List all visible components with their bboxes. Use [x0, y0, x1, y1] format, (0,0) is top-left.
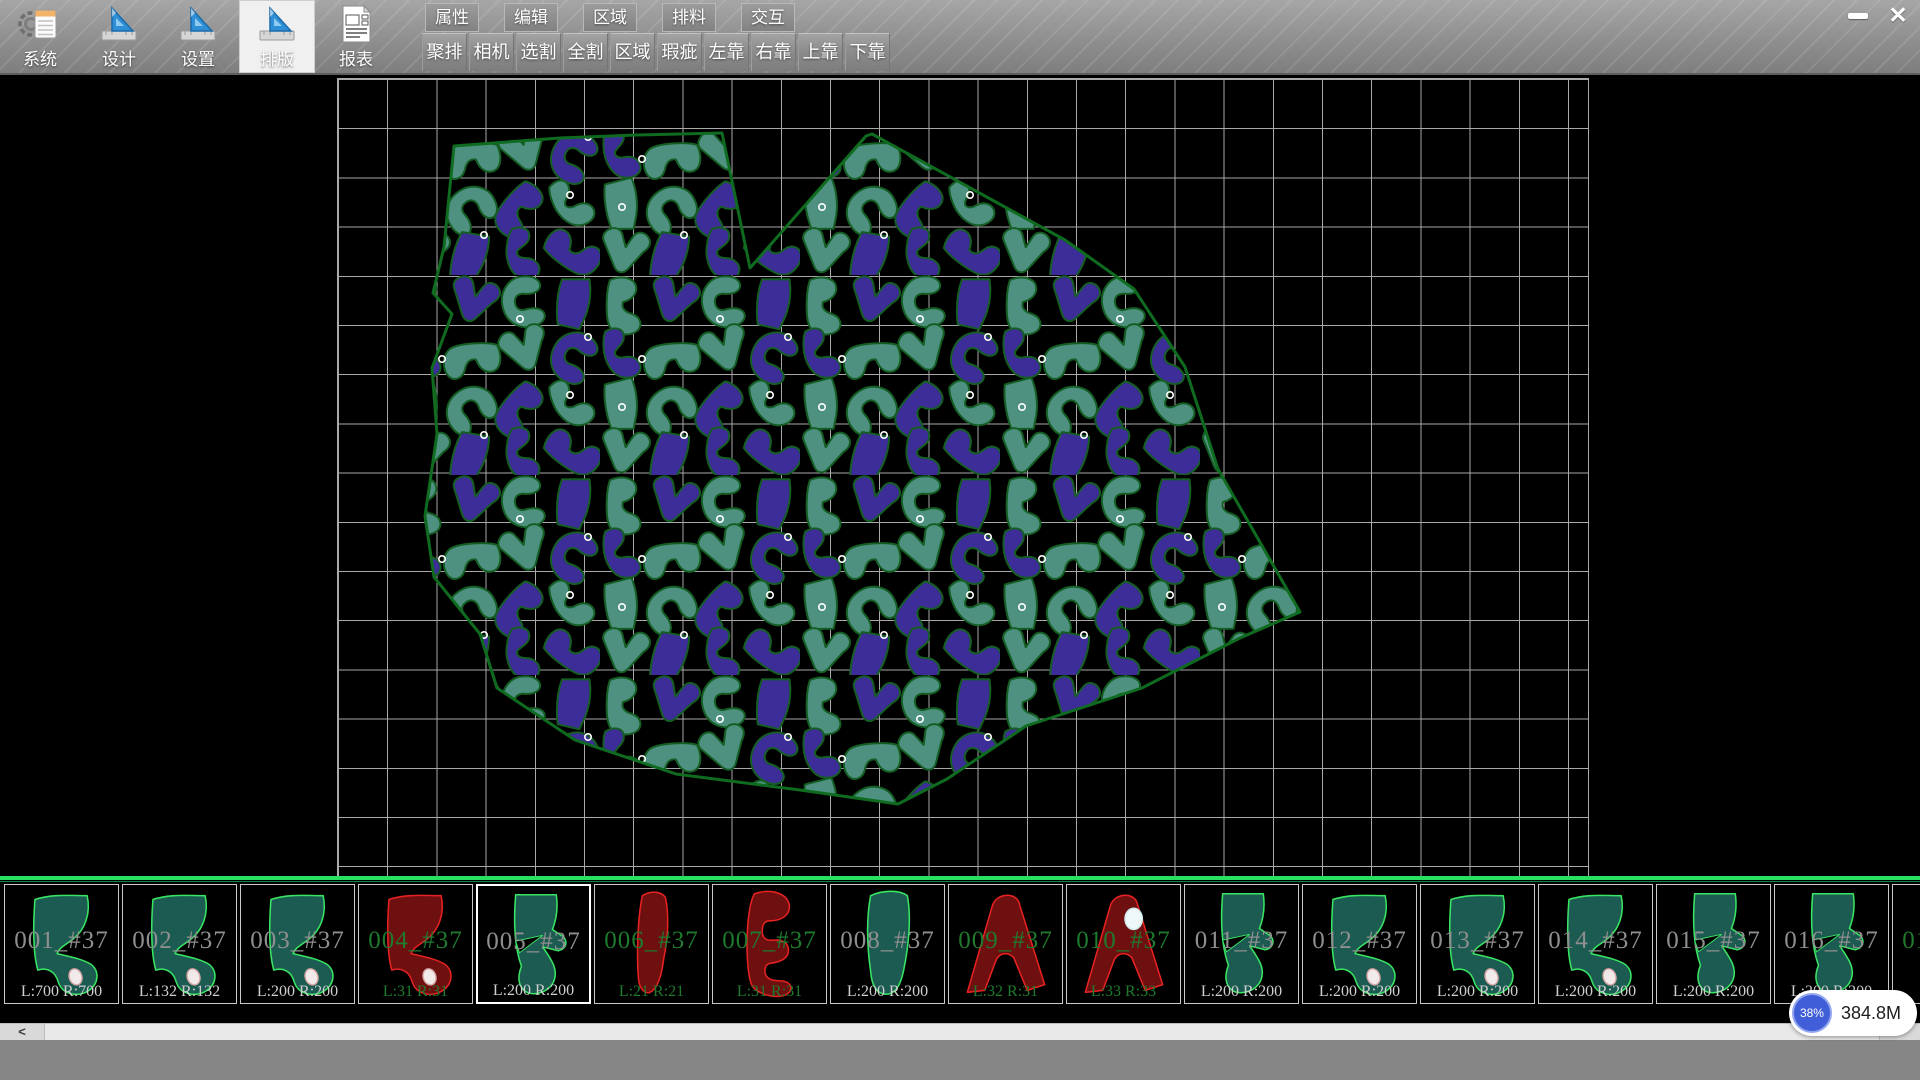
menu-tab-properties[interactable]: 属性	[425, 3, 479, 32]
set-square-icon	[255, 4, 299, 44]
tool-button-camera[interactable]: 相机	[469, 33, 514, 71]
piece-lr-count: L:200 R:200	[1303, 983, 1416, 1001]
thumbnail-cell-013[interactable]: 013_#37 L:200 R:200	[1420, 884, 1535, 1004]
tool-button-align-top[interactable]: 上靠	[798, 33, 843, 71]
toolbar-item-label: 设计	[102, 45, 136, 70]
tool-button-align-bottom[interactable]: 下靠	[845, 33, 890, 71]
tool-button-defect[interactable]: 瑕疵	[657, 33, 702, 71]
piece-name: 010_#37	[1067, 927, 1180, 955]
piece-name: 009_#37	[949, 927, 1062, 955]
piece-lr-count: L:200 R:200	[1539, 983, 1652, 1001]
close-icon: ✕	[1888, 3, 1907, 28]
thumbnail-cell-007[interactable]: 007_#37 L:31 R:31	[712, 884, 827, 1004]
progress-circle: 38%	[1792, 993, 1832, 1033]
thumbnail-cell-011[interactable]: 011_#37 L:200 R:200	[1184, 884, 1299, 1004]
system-icon	[18, 4, 62, 44]
thumbnail-cell-008[interactable]: 008_#37 L:200 R:200	[830, 884, 945, 1004]
piece-lr-count: L:200 R:200	[478, 982, 589, 1000]
piece-lr-count: L:200 R:200	[1657, 983, 1770, 1001]
toolbar-item-design[interactable]: 设计	[81, 0, 157, 73]
thumbnail-cell-015[interactable]: 015_#37 L:200 R:200	[1656, 884, 1771, 1004]
toolbar-item-label: 设置	[181, 45, 215, 70]
thumbnail-row: 001_#37L:700 R:700002_#37L:132 R:132003_…	[4, 884, 1920, 1006]
tool-button-bar: 聚排相机选割全割区域瑕疵左靠右靠上靠下靠	[422, 33, 890, 71]
piece-lr-count: L:31 R:31	[713, 983, 826, 1001]
piece-name: 002_#37	[123, 927, 236, 955]
thumbnail-cell-006[interactable]: 006_#37 L:21 R:21	[594, 884, 709, 1004]
window-footer	[0, 1040, 1920, 1080]
thumbnail-cell-012[interactable]: 012_#37 L:200 R:200	[1302, 884, 1417, 1004]
menu-tab-nesting[interactable]: 排料	[662, 3, 716, 32]
piece-lr-count: L:200 R:200	[831, 983, 944, 1001]
piece-lr-count: L:33 R:33	[1067, 983, 1180, 1001]
set-square-icon	[97, 4, 141, 44]
memory-value: 384.8M	[1841, 1003, 1901, 1024]
piece-lr-count: L:200 R:200	[1185, 983, 1298, 1001]
toolbar-item-report[interactable]: 报表	[318, 0, 394, 73]
main-toolbar: 系统 设计 设置 排版 报表	[2, 0, 394, 73]
piece-name: 015_#37	[1657, 927, 1770, 955]
progress-pill[interactable]: 38% 384.8M	[1789, 990, 1917, 1036]
toolbar-item-label: 报表	[339, 45, 373, 70]
report-document-icon	[334, 4, 378, 44]
toolbar-item-label: 排版	[260, 45, 294, 70]
tool-button-cut-all[interactable]: 全割	[563, 33, 608, 71]
menu-tab-region[interactable]: 区域	[583, 3, 637, 32]
thumbnail-cell-004[interactable]: 004_#37 L:31 R:31	[358, 884, 473, 1004]
piece-name: 012_#37	[1303, 927, 1416, 955]
piece-lr-count: L:200 R:200	[1421, 983, 1534, 1001]
leather-hide-shape[interactable]	[425, 133, 1300, 804]
piece-lr-count: L:700 R:700	[5, 983, 118, 1001]
thumbnail-cell-001[interactable]: 001_#37 L:700 R:700	[4, 884, 119, 1004]
tool-button-select-cut[interactable]: 选割	[516, 33, 561, 71]
piece-lr-count: L:132 R:132	[123, 983, 236, 1001]
piece-name: 008_#37	[831, 927, 944, 955]
piece-name: 013_#37	[1421, 927, 1534, 955]
piece-lr-count: L:31 R:31	[359, 983, 472, 1001]
thumbnail-cell-003[interactable]: 003_#37 L:200 R:200	[240, 884, 355, 1004]
piece-name: 017_#37	[1893, 927, 1920, 955]
piece-name: 004_#37	[359, 927, 472, 955]
piece-name: 006_#37	[595, 927, 708, 955]
thumbnail-cell-014[interactable]: 014_#37 L:200 R:200	[1538, 884, 1653, 1004]
thumbnail-cell-017[interactable]: 017_#37L:	[1892, 884, 1920, 1004]
tool-button-region[interactable]: 区域	[610, 33, 655, 71]
piece-name: 001_#37	[5, 927, 118, 955]
piece-name: 016_#37	[1775, 927, 1888, 955]
menu-tab-interact[interactable]: 交互	[741, 3, 795, 32]
scroll-left-arrow-icon[interactable]: <	[0, 1024, 45, 1040]
menu-tab-bar: 属性编辑区域排料交互	[425, 3, 795, 32]
piece-name: 014_#37	[1539, 927, 1652, 955]
menu-tab-edit[interactable]: 编辑	[504, 3, 558, 32]
horizontal-scrollbar[interactable]: < >	[0, 1023, 1920, 1040]
tool-button-align-right[interactable]: 右靠	[751, 33, 796, 71]
minimize-button[interactable]	[1842, 3, 1874, 28]
piece-lr-count: L:32 R:31	[949, 983, 1062, 1001]
thumbnail-cell-016[interactable]: 016_#37L:200 R:200	[1774, 884, 1889, 1004]
toolbar-item-label: 系统	[23, 45, 57, 70]
tool-button-cluster-nest[interactable]: 聚排	[422, 33, 467, 71]
tool-button-align-left[interactable]: 左靠	[704, 33, 749, 71]
titlebar: 系统设计设置排版报表 属性编辑区域排料交互 聚排相机选割全割区域瑕疵左靠右靠上靠…	[0, 0, 1920, 75]
piece-name: 011_#37	[1185, 927, 1298, 955]
thumbnail-cell-009[interactable]: 009_#37 L:32 R:31	[948, 884, 1063, 1004]
piece-name: 003_#37	[241, 927, 354, 955]
toolbar-item-settings[interactable]: 设置	[160, 0, 236, 73]
toolbar-item-layout[interactable]: 排版	[239, 0, 315, 73]
piece-thumbnail-strip: 001_#37L:700 R:700002_#37L:132 R:132003_…	[0, 876, 1920, 1006]
toolbar-item-system[interactable]: 系统	[2, 0, 78, 73]
piece-name: 007_#37	[713, 927, 826, 955]
thumbnail-cell-010[interactable]: 010_#37 L:33 R:33	[1066, 884, 1181, 1004]
piece-lr-count: L:200 R:200	[241, 983, 354, 1001]
window-controls: ✕	[1842, 3, 1914, 28]
thumbnail-cell-002[interactable]: 002_#37 L:132 R:132	[122, 884, 237, 1004]
set-square-icon	[176, 4, 220, 44]
thumbnail-cell-005[interactable]: 005_#37 L:200 R:200	[476, 884, 591, 1004]
close-button[interactable]: ✕	[1882, 3, 1914, 28]
piece-name: 005_#37	[478, 928, 589, 956]
piece-lr-count: L:21 R:21	[595, 983, 708, 1001]
minimize-icon	[1848, 13, 1868, 19]
